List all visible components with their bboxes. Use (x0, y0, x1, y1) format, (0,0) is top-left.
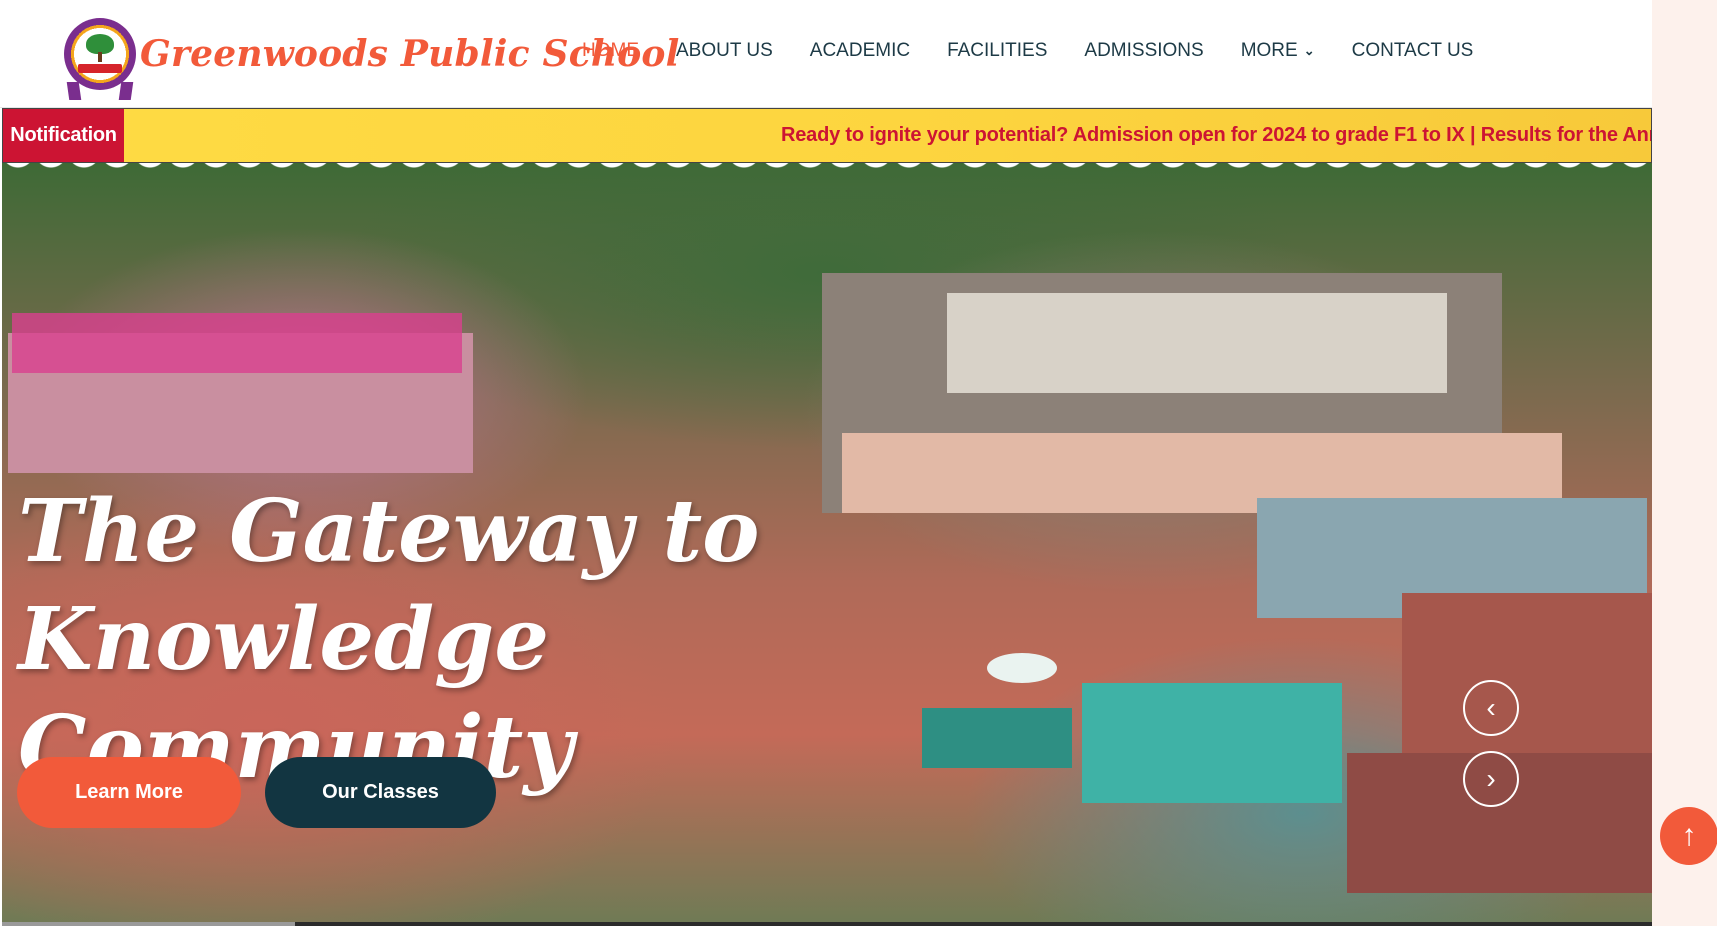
hero-title-line1: The Gateway to Knowledge (18, 481, 760, 690)
nav-more-label: MORE (1240, 40, 1298, 61)
right-gutter (1652, 0, 1717, 926)
learn-more-button[interactable]: Learn More (17, 757, 241, 828)
notification-text: Ready to ignite your potential? Admissio… (781, 124, 1651, 146)
tree-icon (86, 34, 114, 54)
notification-label: Notification (3, 109, 124, 162)
school-seal-logo (64, 18, 136, 100)
page: Greenwoods Public School HOME ABOUT US A… (0, 0, 1717, 926)
notification-bar: Notification Ready to ignite your potent… (2, 108, 1652, 163)
nav-admissions[interactable]: ADMISSIONS (1084, 40, 1203, 62)
hero-slider: The Gateway to Knowledge Community Learn… (2, 163, 1652, 926)
our-classes-button[interactable]: Our Classes (265, 757, 496, 828)
nav-facilities[interactable]: FACILITIES (947, 40, 1047, 62)
nav-home[interactable]: HOME (582, 40, 639, 62)
chevron-down-icon: ⌄ (1303, 43, 1315, 58)
nav-more[interactable]: MORE ⌄ (1241, 40, 1315, 62)
carousel-next-button[interactable]: › (1463, 751, 1519, 807)
nav-academic[interactable]: ACADEMIC (810, 40, 910, 62)
main-nav: HOME ABOUT US ACADEMIC FACILITIES ADMISS… (582, 40, 1510, 62)
scroll-to-top-button[interactable]: ↑ (1660, 807, 1717, 865)
nav-contact-us[interactable]: CONTACT US (1352, 40, 1474, 62)
carousel-prev-button[interactable]: ‹ (1463, 680, 1519, 736)
hero-title: The Gateway to Knowledge Community (18, 478, 1018, 802)
slider-progress (2, 922, 1652, 926)
chevron-right-icon: › (1486, 763, 1496, 794)
notification-marquee[interactable]: Ready to ignite your potential? Admissio… (781, 109, 1651, 162)
site-header: Greenwoods Public School HOME ABOUT US A… (0, 0, 1652, 108)
arrow-up-icon: ↑ (1681, 819, 1697, 852)
chevron-left-icon: ‹ (1486, 692, 1496, 723)
nav-about-us[interactable]: ABOUT US (676, 40, 773, 62)
